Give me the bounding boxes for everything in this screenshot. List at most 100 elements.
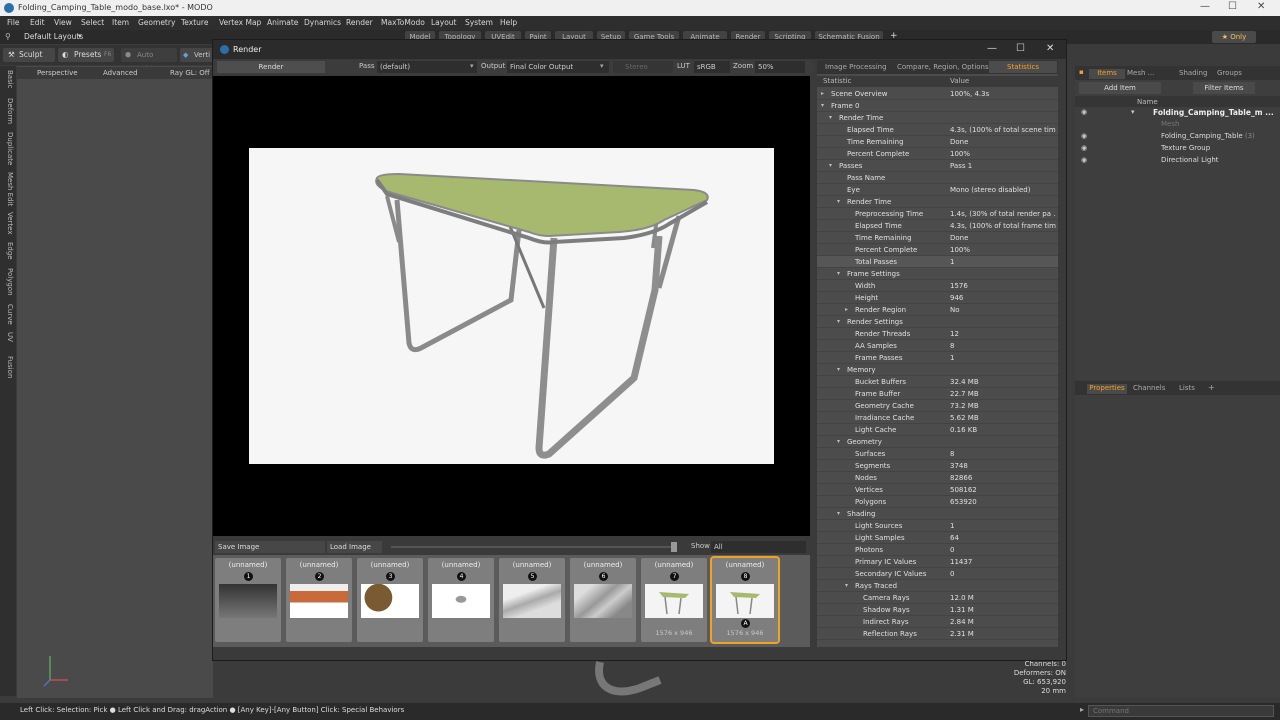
expand-right-icon[interactable]: ▸: [845, 304, 848, 316]
expand-down-icon[interactable]: ▾: [829, 112, 832, 124]
stats-row[interactable]: Light Cache 0.16 KB: [817, 424, 1058, 436]
expand-down-icon[interactable]: ▾: [837, 364, 840, 376]
render-thumb[interactable]: (unnamed) 6: [570, 558, 636, 642]
menu-item[interactable]: Item: [112, 18, 129, 27]
item-directional-light[interactable]: Directional Light: [1161, 156, 1219, 164]
tab-shading[interactable]: Shading: [1179, 69, 1207, 77]
render-thumb[interactable]: (unnamed) 5: [499, 558, 565, 642]
visibility-eye-icon[interactable]: ◉: [1081, 156, 1087, 164]
stats-row[interactable]: Elapsed Time 4.3s, (100% of total scene t…: [817, 124, 1058, 136]
stats-row[interactable]: Secondary IC Values 0: [817, 568, 1058, 580]
expand-down-icon[interactable]: ▾: [837, 508, 840, 520]
viewport-advanced[interactable]: Advanced: [103, 69, 138, 77]
stats-row[interactable]: ▾ Memory: [817, 364, 1058, 376]
stats-row[interactable]: Width 1576: [817, 280, 1058, 292]
expand-down-icon[interactable]: ▾: [837, 436, 840, 448]
add-item-button[interactable]: Add Item: [1079, 82, 1161, 94]
render-thumb[interactable]: (unnamed) 3: [357, 558, 423, 642]
menu-edit[interactable]: Edit: [30, 18, 45, 27]
tab-basic[interactable]: Basic: [2, 70, 14, 89]
stats-row[interactable]: Camera Rays 12.0 M: [817, 592, 1058, 604]
menu-select[interactable]: Select: [81, 18, 104, 27]
tab-image-processing[interactable]: Image Processing: [825, 63, 887, 71]
menu-view[interactable]: View: [54, 18, 72, 27]
stats-row[interactable]: Eye Mono (stereo disabled): [817, 184, 1058, 196]
menu-layout[interactable]: Layout: [431, 18, 457, 27]
vertices-button[interactable]: ◆ Verti: [180, 48, 215, 62]
stats-row[interactable]: ▾ Geometry: [817, 436, 1058, 448]
image-slider-track[interactable]: [391, 546, 677, 548]
command-input[interactable]: [1088, 705, 1274, 717]
layout-dropdown[interactable]: Default Layouts: [24, 32, 83, 41]
menu-maxtomodo[interactable]: MaxToModo: [381, 18, 425, 27]
maximize-button[interactable]: ☐: [1228, 1, 1237, 12]
render-close-button[interactable]: ✕: [1046, 43, 1054, 54]
stats-row[interactable]: Photons 0: [817, 544, 1058, 556]
menu-render[interactable]: Render: [346, 18, 373, 27]
visibility-eye-icon[interactable]: ◉: [1081, 108, 1087, 116]
stats-row[interactable]: Percent Complete 100%: [817, 244, 1058, 256]
expand-down-icon[interactable]: ▾: [837, 268, 840, 280]
stats-row[interactable]: Time Remaining Done: [817, 136, 1058, 148]
tab-fusion[interactable]: Fusion: [2, 356, 14, 378]
render-thumb-selected[interactable]: (unnamed) 8 A 1576 x 946: [710, 556, 780, 644]
tab-polygon[interactable]: Polygon: [2, 268, 14, 296]
stats-row[interactable]: Light Sources 1: [817, 520, 1058, 532]
3d-viewport[interactable]: [17, 66, 213, 698]
stats-row[interactable]: ▾ Passes Pass 1: [817, 160, 1058, 172]
close-button[interactable]: ✕: [1257, 1, 1265, 12]
pin-icon[interactable]: ⚲: [5, 32, 11, 41]
stats-row[interactable]: Polygons 653920: [817, 496, 1058, 508]
stats-row[interactable]: Segments 3748: [817, 460, 1058, 472]
menu-texture[interactable]: Texture: [181, 18, 208, 27]
minimize-button[interactable]: —: [1200, 1, 1210, 12]
render-thumb[interactable]: (unnamed) 4: [428, 558, 494, 642]
stats-row[interactable]: ▸ Render Region No: [817, 304, 1058, 316]
stats-row[interactable]: Preprocessing Time 1.4s, (30% of total re…: [817, 208, 1058, 220]
tab-vertex[interactable]: Vertex: [2, 212, 14, 235]
stats-row[interactable]: Light Samples 64: [817, 532, 1058, 544]
presets-button[interactable]: ◐ Presets F6: [58, 48, 114, 62]
item-folding-camping-table[interactable]: Folding_Camping_Table (3): [1161, 132, 1255, 140]
render-thumb[interactable]: (unnamed) 2: [286, 558, 352, 642]
zoom-select[interactable]: 50%: [755, 61, 805, 73]
stats-row[interactable]: ▾ Render Time: [817, 196, 1058, 208]
stats-row[interactable]: ▸ Scene Overview 100%, 4.3s: [817, 88, 1058, 100]
tab-curve[interactable]: Curve: [2, 304, 14, 325]
stats-row[interactable]: Frame Passes 1: [817, 352, 1058, 364]
tab-groups[interactable]: Groups: [1217, 69, 1242, 77]
stats-row[interactable]: ▾ Rays Traced: [817, 580, 1058, 592]
auto-select-button[interactable]: ⬢Auto Select: [121, 48, 177, 73]
expand-right-icon[interactable]: ▸: [821, 88, 824, 100]
item-scene-root[interactable]: Folding_Camping_Table_m ...: [1153, 108, 1274, 117]
expand-down-icon[interactable]: ▾: [837, 316, 840, 328]
stats-row[interactable]: ▾ Render Time: [817, 112, 1058, 124]
visibility-eye-icon[interactable]: ◉: [1081, 144, 1087, 152]
menu-geometry[interactable]: Geometry: [138, 18, 175, 27]
tab-compare-region-options[interactable]: Compare, Region, Options: [897, 63, 989, 71]
tab-duplicate[interactable]: Duplicate: [2, 132, 14, 165]
menu-animate[interactable]: Animate: [267, 18, 298, 27]
stats-row[interactable]: Vertices 508162: [817, 484, 1058, 496]
stats-row[interactable]: Percent Complete 100%: [817, 148, 1058, 160]
stats-row[interactable]: Irradiance Cache 5.62 MB: [817, 412, 1058, 424]
filter-items-button[interactable]: Filter Items: [1193, 82, 1255, 94]
stats-row[interactable]: Frame Buffer 22.7 MB: [817, 388, 1058, 400]
stats-row[interactable]: Time Remaining Done: [817, 232, 1058, 244]
only-toggle[interactable]: ★ Only: [1212, 31, 1256, 43]
expand-down-icon[interactable]: ▾: [821, 100, 824, 112]
stats-row[interactable]: Primary IC Values 11437: [817, 556, 1058, 568]
stats-row[interactable]: Indirect Rays 2.84 M: [817, 616, 1058, 628]
stats-row[interactable]: Reflection Rays 2.31 M: [817, 628, 1058, 640]
item-texture-group[interactable]: Texture Group: [1161, 144, 1210, 152]
stats-row[interactable]: Nodes 82866: [817, 472, 1058, 484]
stats-row[interactable]: Geometry Cache 73.2 MB: [817, 400, 1058, 412]
render-thumb[interactable]: (unnamed) 1: [215, 558, 281, 642]
viewport-perspective[interactable]: Perspective: [37, 69, 78, 77]
add-tab-button[interactable]: +: [1208, 383, 1215, 392]
save-image-button[interactable]: Save Image: [215, 541, 325, 553]
tab-mesh[interactable]: Mesh ...: [1127, 69, 1154, 77]
tab-items[interactable]: Items: [1089, 69, 1125, 79]
stereo-toggle[interactable]: Stereo: [613, 61, 673, 73]
expand-down-icon[interactable]: ▾: [845, 580, 848, 592]
